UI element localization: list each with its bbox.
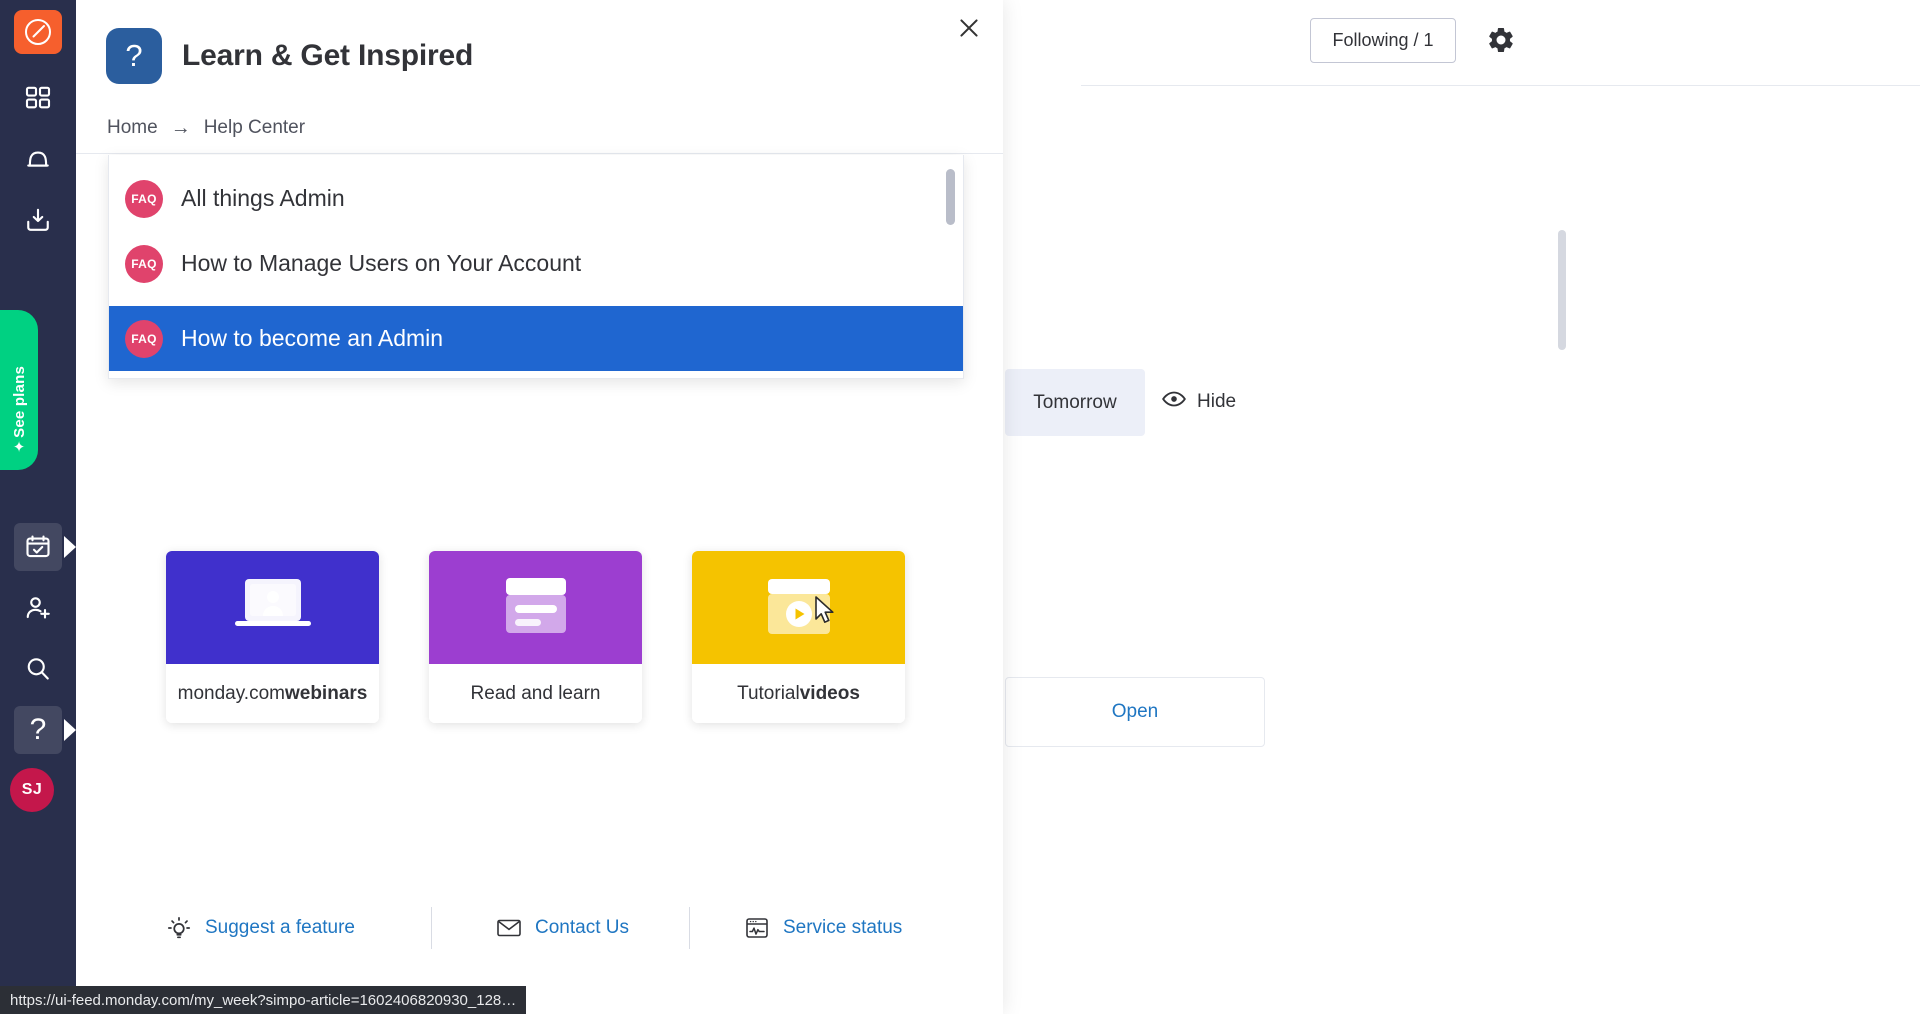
service-status-icon [744, 916, 770, 940]
faq-badge-label: FAQ [131, 256, 157, 271]
invite-member-icon[interactable] [14, 584, 62, 632]
card-video-label-bold: videos [799, 682, 860, 704]
avatar-initials: SJ [21, 781, 43, 798]
card-webinars[interactable]: monday.com webinars [166, 551, 379, 723]
active-indicator-caret [64, 536, 76, 558]
suggest-a-feature-link[interactable]: Suggest a feature [166, 915, 355, 941]
card-webinars-label-plain: monday.com [177, 682, 285, 704]
open-link[interactable]: Open [1112, 701, 1158, 723]
contact-us-link[interactable]: Contact Us [496, 917, 629, 939]
service-status-label: Service status [782, 917, 903, 938]
sparkle-icon: ✦ [12, 439, 26, 456]
left-nav-rail: ✦ See plans ? SJ [0, 0, 76, 1014]
card-read-label-plain: Read and learn [470, 682, 601, 704]
hide-button[interactable]: Hide [1161, 386, 1236, 418]
active-indicator-caret [64, 719, 76, 741]
faq-badge-icon: FAQ [125, 244, 163, 283]
my-week-calendar-icon[interactable] [14, 523, 62, 571]
search-icon[interactable] [14, 645, 62, 693]
close-icon[interactable] [949, 8, 989, 48]
modal-title-row: ? Learn & Get Inspired [106, 28, 473, 84]
webinar-laptop-icon [166, 551, 379, 664]
list-item-label: How to Manage Users on Your Account [181, 250, 582, 276]
help-question-icon: ? [106, 28, 162, 84]
breadcrumb: Home → Help Center [107, 117, 305, 139]
breadcrumb-current[interactable]: Help Center [204, 117, 305, 139]
card-webinars-label-bold: webinars [284, 682, 368, 704]
list-item[interactable]: FAQ All things Admin [109, 166, 963, 231]
envelope-icon [496, 917, 522, 939]
suggest-a-feature-label: Suggest a feature [205, 917, 355, 938]
status-url: https://ui-feed.monday.com/my_week?simpo… [10, 991, 517, 1009]
tomorrow-label: Tomorrow [1033, 391, 1117, 413]
monday-logo-icon[interactable] [14, 10, 62, 54]
tomorrow-pill: Tomorrow [1005, 369, 1145, 436]
help-badge-glyph: ? [125, 38, 143, 73]
arrow-right-icon: → [170, 117, 191, 139]
card-tutorial-videos[interactable]: Tutorial videos [692, 551, 905, 723]
video-play-icon [692, 551, 905, 664]
card-tutorial-videos-label: Tutorial videos [692, 664, 905, 723]
list-item-selected[interactable]: FAQ How to become an Admin [109, 306, 963, 371]
footer-divider [688, 907, 690, 949]
page-scrollbar[interactable] [1558, 230, 1566, 350]
card-video-label-plain: Tutorial [737, 682, 800, 704]
faq-badge-label: FAQ [131, 191, 157, 206]
resource-cards: monday.com webinars Read and learn Tutor… [166, 551, 926, 723]
card-read-and-learn-label: Read and learn [429, 664, 642, 723]
see-plans-button[interactable]: ✦ See plans [0, 310, 38, 470]
home-grid-icon[interactable] [14, 74, 62, 122]
following-button[interactable]: Following / 1 [1310, 18, 1456, 63]
header-divider [1081, 85, 1920, 86]
card-read-and-learn[interactable]: Read and learn [429, 551, 642, 723]
browser-status-bar: https://ui-feed.monday.com/my_week?simpo… [0, 986, 527, 1014]
hide-label: Hide [1197, 391, 1237, 412]
following-button-label: Following / 1 [1332, 30, 1434, 50]
bell-notifications-icon[interactable] [14, 135, 62, 183]
faq-badge-icon: FAQ [125, 179, 163, 218]
screen: Following / 1 Tomorrow Hide Open ? Learn… [0, 0, 1920, 1014]
service-status-link[interactable]: Service status [744, 916, 902, 940]
help-center-modal: ? Learn & Get Inspired Home → Help Cente… [76, 0, 1003, 1014]
open-card[interactable]: Open [1005, 677, 1265, 747]
faq-results-panel: FAQ All things Admin FAQ How to Manage U… [108, 155, 964, 379]
avatar[interactable]: SJ [10, 768, 54, 812]
modal-header: ? Learn & Get Inspired Home → Help Cente… [76, 0, 1003, 154]
footer-divider [431, 907, 432, 949]
faq-badge-label: FAQ [131, 331, 157, 346]
list-item-label: All things Admin [181, 185, 345, 211]
contact-us-label: Contact Us [535, 917, 629, 938]
breadcrumb-home[interactable]: Home [107, 117, 158, 139]
see-plans-label: See plans [10, 366, 28, 438]
article-read-icon [429, 551, 642, 664]
inbox-download-icon[interactable] [14, 196, 62, 244]
help-question-icon[interactable]: ? [14, 706, 62, 754]
lightbulb-icon [166, 915, 192, 941]
faq-scrollbar-thumb[interactable] [946, 169, 955, 225]
page-title: Learn & Get Inspired [182, 39, 474, 72]
gear-icon[interactable] [1480, 19, 1522, 61]
eye-hide-icon [1161, 386, 1187, 418]
modal-footer: Suggest a feature Contact Us Service sta… [166, 905, 966, 951]
faq-badge-icon: FAQ [125, 319, 163, 358]
list-item-label: How to become an Admin [181, 325, 444, 351]
list-item[interactable]: FAQ How to Manage Users on Your Account [109, 231, 963, 296]
card-webinars-label: monday.com webinars [166, 664, 379, 723]
